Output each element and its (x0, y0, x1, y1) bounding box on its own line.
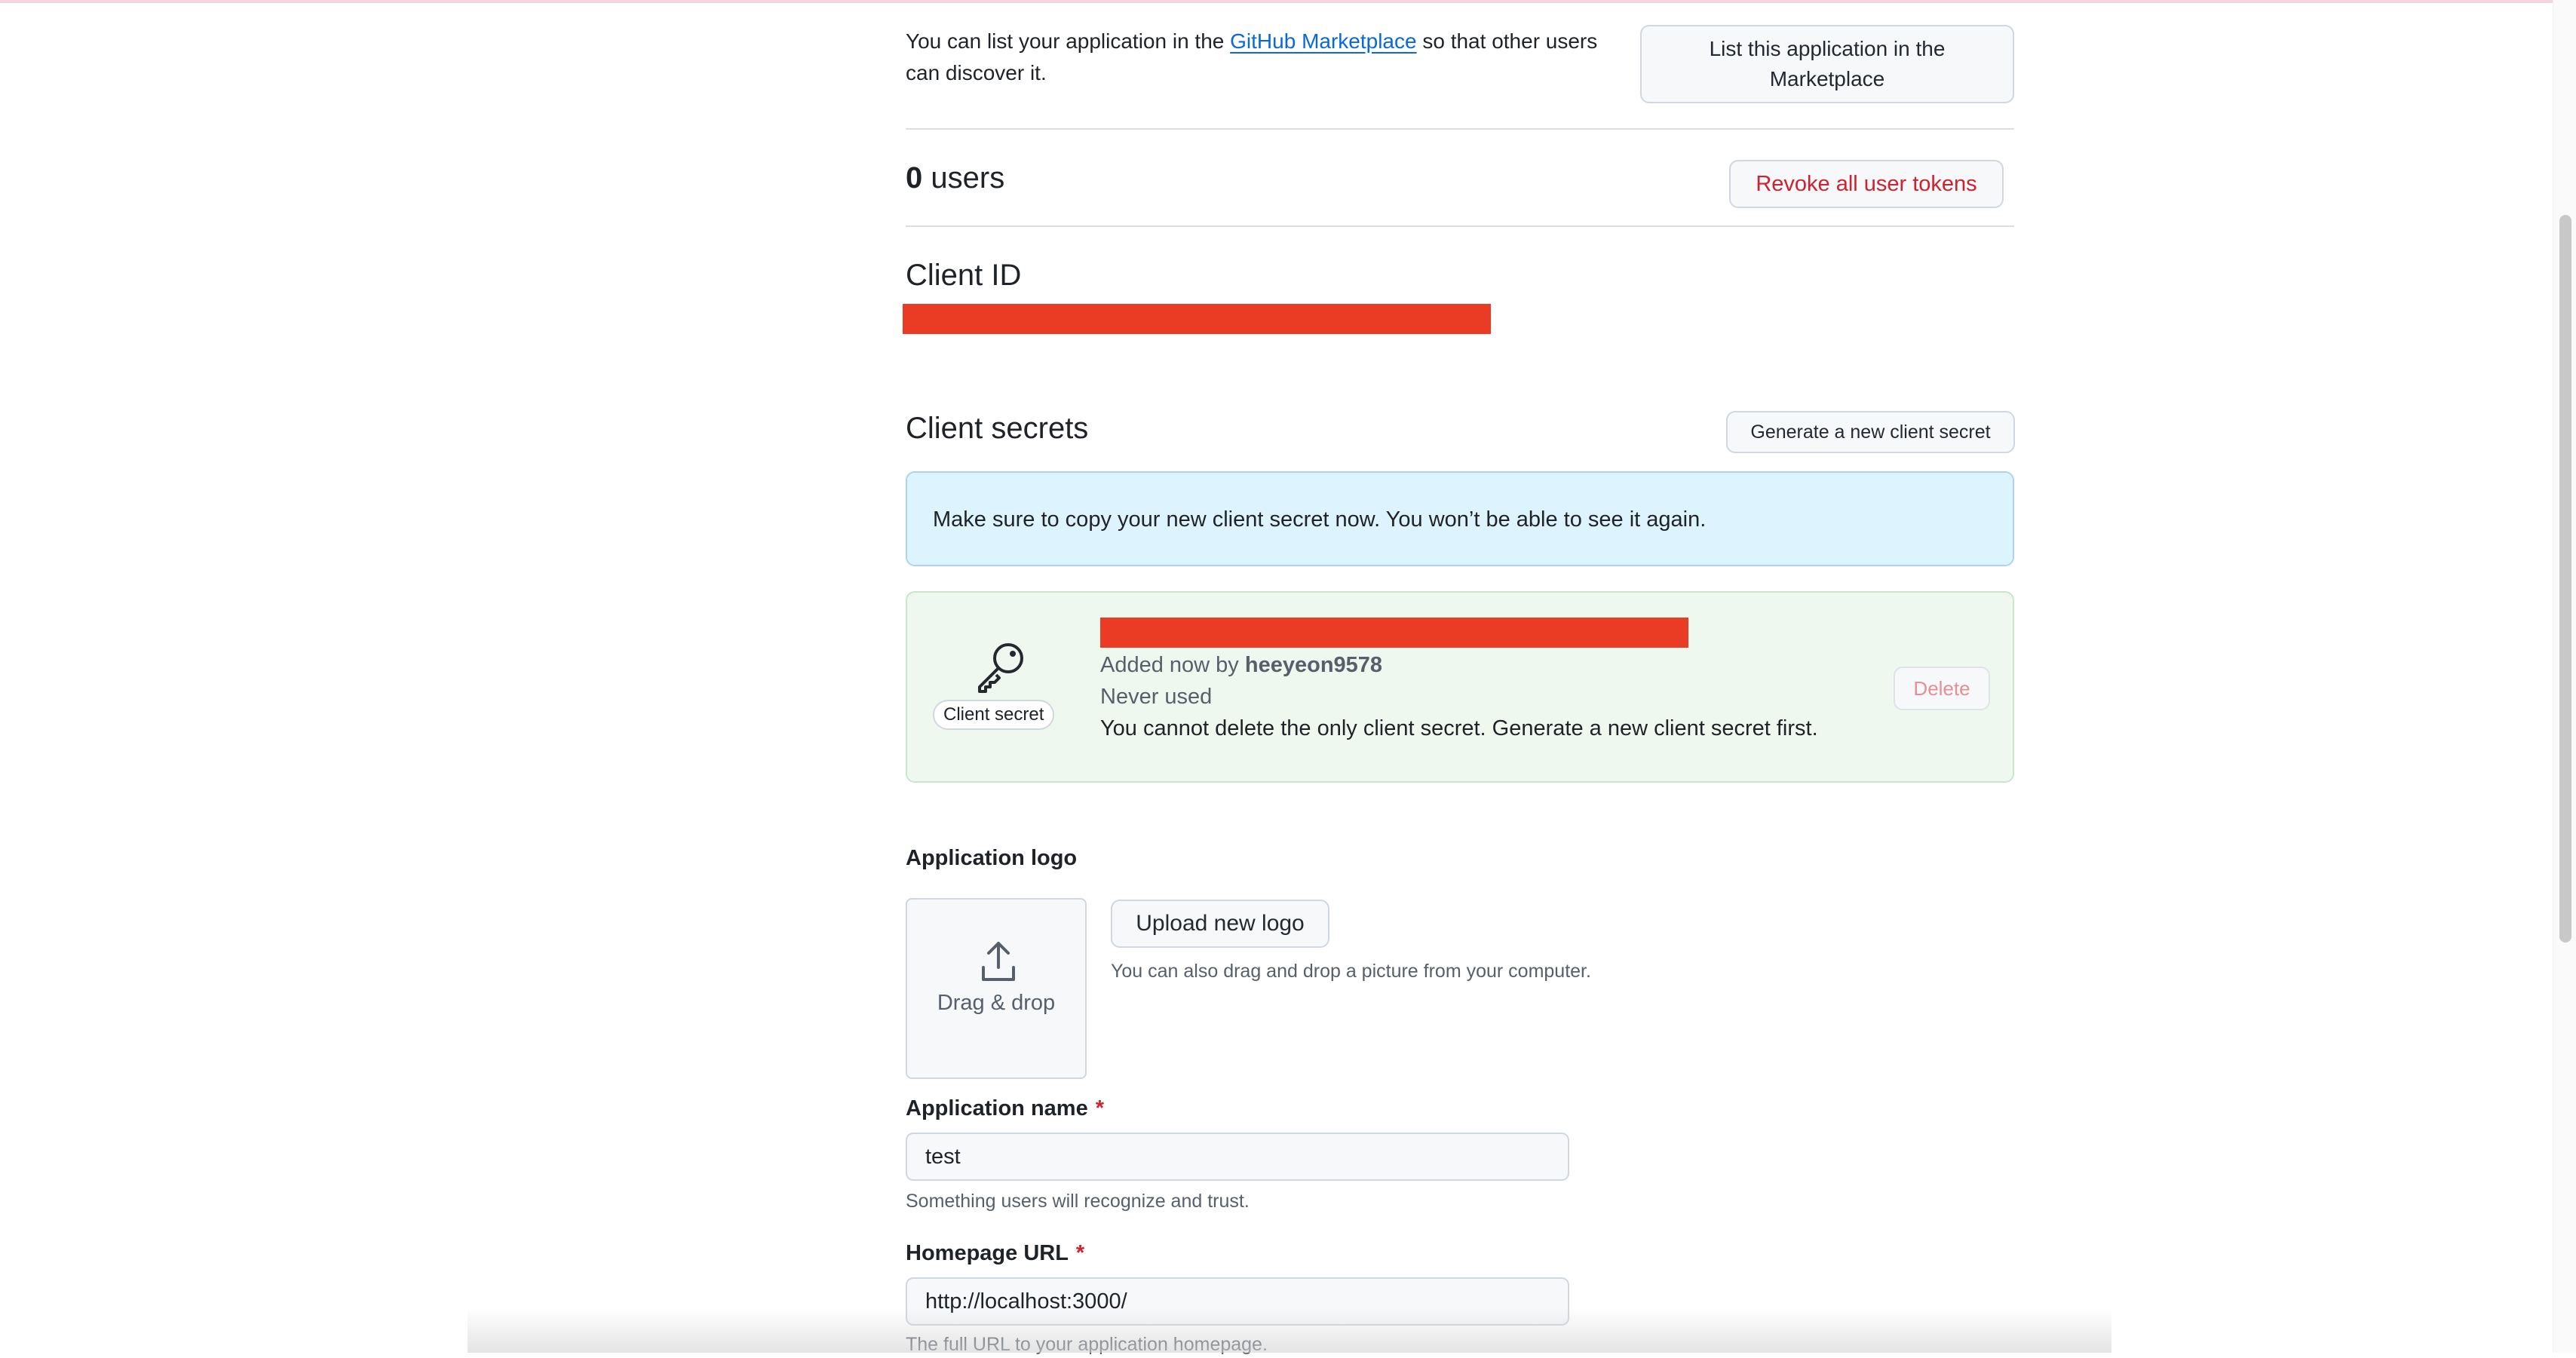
divider (906, 225, 2014, 227)
added-prefix: Added now by (1100, 653, 1239, 677)
secret-delete-note: You cannot delete the only client secret… (1100, 716, 1818, 740)
secret-usage: Never used (1100, 685, 1213, 709)
delete-secret-button[interactable]: Delete (1894, 667, 1990, 710)
upload-icon (982, 942, 1015, 981)
client-secret-redaction (1100, 618, 1688, 648)
users-count: 0 (906, 161, 923, 195)
upload-hint: You can also drag and drop a picture fro… (1111, 961, 1591, 982)
homepage-url-input[interactable] (906, 1277, 1569, 1326)
client-secret-item: Client secret Added now by heeyeon9578 N… (906, 591, 2014, 783)
users-label: users (931, 161, 1005, 195)
marketplace-text-before: You can list your application in the (906, 29, 1231, 53)
application-logo-label: Application logo (906, 846, 1078, 870)
homepage-url-label-text: Homepage URL (906, 1241, 1069, 1265)
client-secret-badge: Client secret (933, 700, 1055, 730)
homepage-url-hint: The full URL to your application homepag… (906, 1334, 1268, 1355)
scrollbar-thumb[interactable] (2559, 215, 2571, 943)
upload-new-logo-button[interactable]: Upload new logo (1111, 900, 1329, 948)
client-secrets-heading: Client secrets (906, 412, 1089, 445)
users-count-heading: 0 users (906, 157, 1004, 199)
github-marketplace-link[interactable]: GitHub Marketplace (1230, 29, 1416, 53)
info-flash: Make sure to copy your new client secret… (906, 471, 2014, 566)
generate-client-secret-button[interactable]: Generate a new client secret (1726, 411, 2015, 453)
scrollbar[interactable] (2553, 0, 2576, 1353)
divider (906, 128, 2014, 130)
revoke-all-user-tokens-button[interactable]: Revoke all user tokens (1729, 160, 2004, 208)
app-settings-main: You can list your application in the Git… (903, 0, 2015, 1355)
required-marker: * (1075, 1241, 1085, 1265)
marketplace-description: You can list your application in the Git… (906, 26, 1630, 89)
application-name-label: Application name * (906, 1093, 1104, 1123)
flash-message: Make sure to copy your new client secret… (933, 507, 1707, 532)
key-icon (978, 643, 1023, 693)
required-marker: * (1095, 1096, 1104, 1120)
client-id-redaction (903, 304, 1491, 334)
homepage-url-label: Homepage URL * (906, 1238, 1084, 1268)
application-name-hint: Something users will recognize and trust… (906, 1191, 1250, 1212)
dropzone-label: Drag & drop (937, 991, 1056, 1015)
client-id-heading: Client ID (906, 259, 1022, 292)
added-by-user: heeyeon9578 (1244, 653, 1383, 677)
secret-added-by: Added now by heeyeon9578 (1100, 650, 1382, 680)
application-name-input[interactable] (906, 1133, 1569, 1181)
application-name-label-text: Application name (906, 1096, 1088, 1120)
list-in-marketplace-button[interactable]: List this application in the Marketplace (1640, 25, 2014, 103)
logo-dropzone[interactable]: Drag & drop (906, 898, 1087, 1079)
